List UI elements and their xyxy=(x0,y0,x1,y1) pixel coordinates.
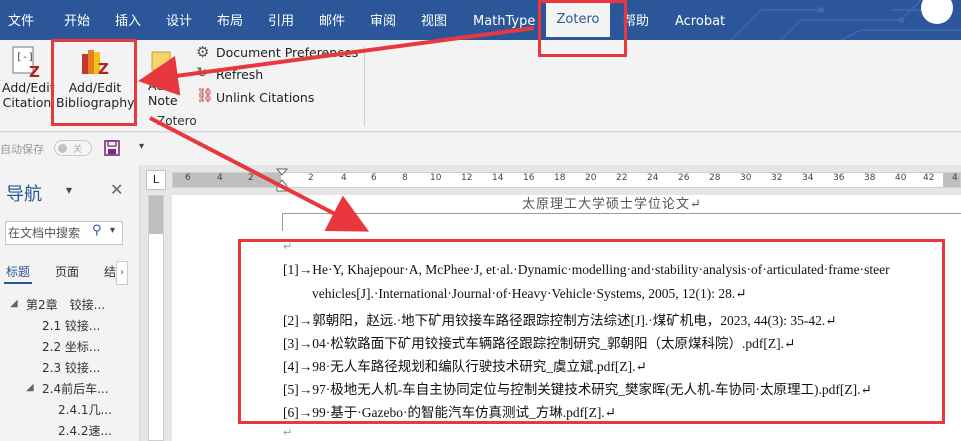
refresh-label: Refresh xyxy=(216,67,264,82)
highlight-bibliography-output xyxy=(238,239,945,424)
customize-quick-access-icon[interactable]: ▾ xyxy=(139,141,144,152)
nav-tab-underline xyxy=(4,282,32,284)
ruler-tick: 34 xyxy=(802,173,814,183)
tab-insert[interactable]: 插入 xyxy=(115,0,141,40)
toggle-knob xyxy=(58,144,67,153)
tab-view[interactable]: 视图 xyxy=(421,0,447,40)
save-icon[interactable] xyxy=(104,140,120,156)
nav-tab-next-icon[interactable]: › xyxy=(116,261,128,285)
chevron-down-icon[interactable]: ▾ xyxy=(66,183,72,197)
margin-corner-mark xyxy=(282,213,283,231)
nav-heading-item[interactable]: 2.4.2速... xyxy=(58,422,112,439)
collapse-arrow-icon[interactable]: ◢ xyxy=(26,382,34,393)
tab-references[interactable]: 引用 xyxy=(268,0,294,40)
ruler-tick: 8 xyxy=(402,173,408,183)
tab-design[interactable]: 设计 xyxy=(166,0,192,40)
ruler-tick: 4 xyxy=(341,173,347,183)
nav-heading-item[interactable]: 2.1 铰接... xyxy=(42,317,100,334)
refresh-button[interactable]: ↻ Refresh xyxy=(196,65,316,84)
gear-icon: ⚙ xyxy=(196,43,210,61)
nav-pane-title: 导航 xyxy=(6,184,42,205)
collapse-arrow-icon[interactable]: ◢ xyxy=(10,298,18,309)
ruler-tick: 16 xyxy=(523,173,535,183)
ruler-tick: 42 xyxy=(923,173,935,183)
ruler-tick: 22 xyxy=(616,173,628,183)
ruler-tick: 2 xyxy=(248,173,254,183)
tab-mailings[interactable]: 邮件 xyxy=(319,0,345,40)
ruler-tick: 12 xyxy=(461,173,473,183)
ruler-tick: 6 xyxy=(185,173,191,183)
autosave-state: 关 xyxy=(73,145,83,155)
citation-icon: [-] Z xyxy=(12,46,40,78)
ruler-tick: 32 xyxy=(771,173,783,183)
note-icon: Z xyxy=(151,51,177,80)
tab-acrobat[interactable]: Acrobat xyxy=(675,0,725,40)
nav-heading-item[interactable]: 2.4前后车... xyxy=(42,380,109,397)
tab-layout[interactable]: 布局 xyxy=(217,0,243,40)
svg-text:[-]: [-] xyxy=(16,52,34,63)
nav-heading-item[interactable]: 2.2 坐标... xyxy=(42,338,100,355)
menu-bar: 文件 开始 插入 设计 布局 引用 邮件 审阅 视图 MathType Zote… xyxy=(0,0,961,40)
zotero-group-label: Zotero xyxy=(157,114,197,128)
ruler-tick: 26 xyxy=(678,173,690,183)
vertical-ruler[interactable] xyxy=(148,195,164,441)
horizontal-ruler[interactable]: 6 4 2 2 4 6 8 10 12 14 16 18 20 22 24 26… xyxy=(172,172,961,188)
ruler-tick: 10 xyxy=(430,173,442,183)
nav-heading-item[interactable]: 2.4.1几... xyxy=(58,401,112,418)
ribbon-separator xyxy=(364,46,365,126)
nav-search-box[interactable]: ⚲ ▾ xyxy=(5,221,123,245)
add-edit-citation-button[interactable]: [-] Z Add/Edit Citation xyxy=(0,42,55,112)
search-options-chevron-icon[interactable]: ▾ xyxy=(110,225,115,236)
add-edit-citation-label-2: Citation xyxy=(2,95,52,110)
ruler-tick: 38 xyxy=(864,173,876,183)
unlink-citations-label: Unlink Citations xyxy=(216,90,315,105)
refresh-icon: ↻ xyxy=(196,65,208,81)
nav-heading-item[interactable]: 第2章 铰接... xyxy=(26,296,105,313)
header-rule xyxy=(282,213,961,214)
unlink-citations-button[interactable]: ⛓ Unlink Citations xyxy=(196,88,336,107)
close-icon[interactable]: ✕ xyxy=(110,180,123,199)
ruler-tick: 2 xyxy=(308,173,314,183)
ruler-tick: 24 xyxy=(647,173,659,183)
ruler-tick: 30 xyxy=(740,173,752,183)
ruler-tick: 4 xyxy=(217,173,223,183)
ruler-tick: 36 xyxy=(833,173,845,183)
nav-tab-headings[interactable]: 标题 xyxy=(6,263,30,280)
ruler-tick: 4 xyxy=(952,173,958,183)
unlink-icon: ⛓ xyxy=(196,88,214,104)
svg-text:Z: Z xyxy=(29,63,40,78)
indent-marker-icon[interactable] xyxy=(276,168,288,192)
quick-access-toolbar xyxy=(0,133,961,165)
circuit-decoration xyxy=(730,0,961,40)
paragraph-mark: ↵ xyxy=(283,426,293,439)
tab-mathtype[interactable]: MathType xyxy=(473,0,535,40)
nav-tab-pages[interactable]: 页面 xyxy=(55,263,79,280)
document-preferences-button[interactable]: ⚙ Document Preferences xyxy=(196,43,359,62)
tab-selector[interactable]: L xyxy=(146,170,166,190)
autosave-toggle[interactable]: 关 xyxy=(54,140,92,156)
ruler-tick: 40 xyxy=(895,173,907,183)
search-icon[interactable]: ⚲ xyxy=(92,223,102,238)
add-note-label-2: Note xyxy=(148,93,178,108)
nav-search-input[interactable] xyxy=(8,224,88,242)
ruler-tick: 18 xyxy=(554,173,566,183)
autosave-label: 自动保存 xyxy=(0,143,44,156)
tab-file[interactable]: 文件 xyxy=(8,0,34,40)
ruler-tick: 14 xyxy=(492,173,504,183)
tab-home[interactable]: 开始 xyxy=(64,0,90,40)
nav-heading-item[interactable]: 2.3 铰接... xyxy=(42,359,100,376)
ruler-tick: 20 xyxy=(585,173,597,183)
highlight-bibliography-button xyxy=(51,39,137,126)
tab-review[interactable]: 审阅 xyxy=(370,0,396,40)
add-note-button[interactable]: Z Add Note xyxy=(140,46,186,112)
ruler-tick: 28 xyxy=(709,173,721,183)
nav-tab-results[interactable]: 结 xyxy=(104,263,116,280)
ruler-top-margin xyxy=(149,196,163,234)
document-preferences-label: Document Preferences xyxy=(216,45,359,60)
page-header[interactable]: 太原理工大学硕士学位论文↵ xyxy=(522,193,702,212)
add-note-label-1: Add xyxy=(148,78,173,93)
ruler-tick: 6 xyxy=(371,173,377,183)
highlight-zotero-tab xyxy=(538,0,627,57)
add-edit-citation-label-1: Add/Edit xyxy=(2,80,55,95)
